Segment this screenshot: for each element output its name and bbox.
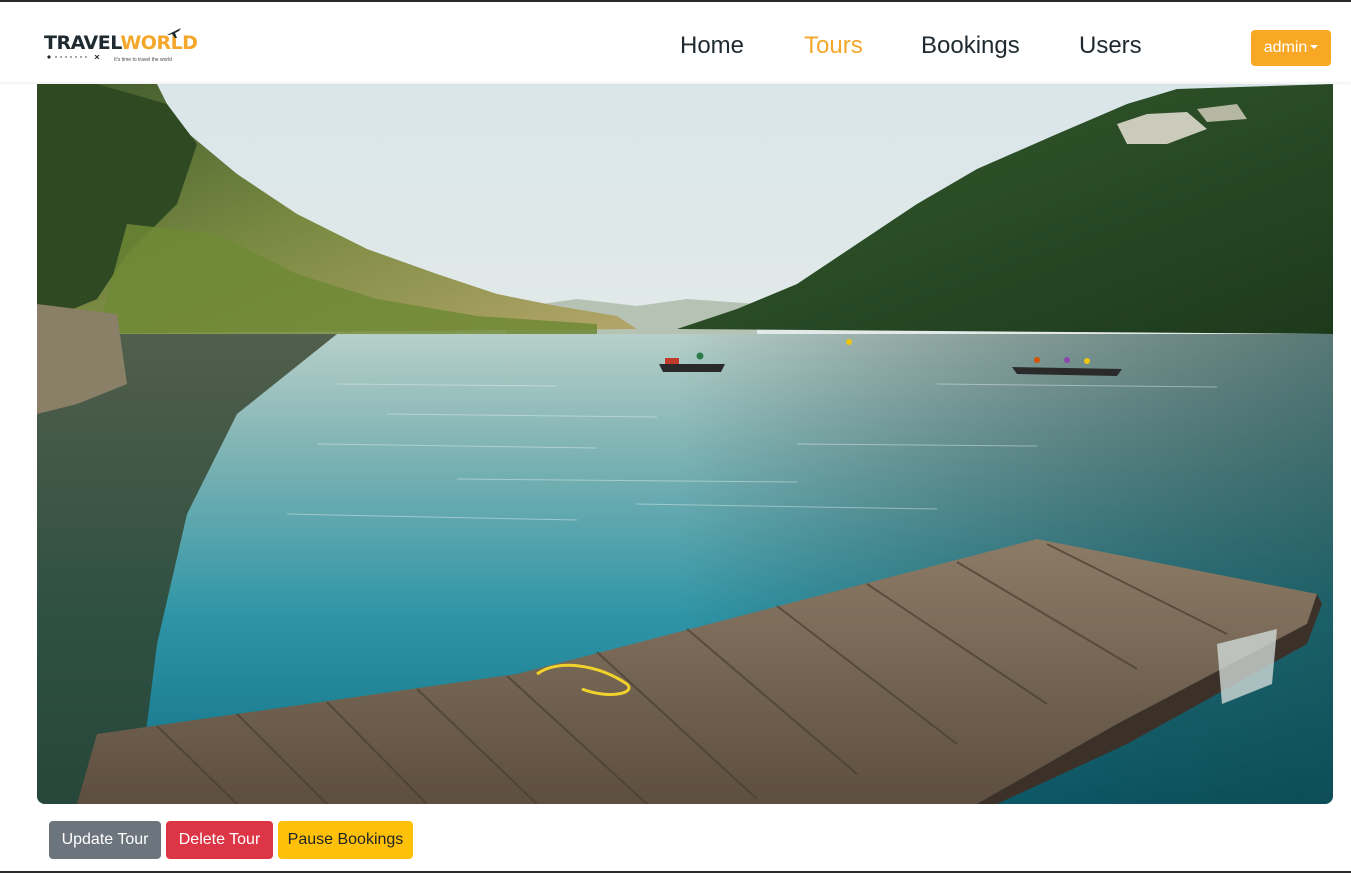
pause-bookings-button[interactable]: Pause Bookings xyxy=(278,821,413,859)
logo-tagline: It's time to travel the world xyxy=(114,57,172,63)
nav-link-home[interactable]: Home xyxy=(680,30,744,62)
flight-path-dots-icon xyxy=(47,55,100,59)
nav-link-tours[interactable]: Tours xyxy=(804,30,863,62)
logo-text-world: WORLD xyxy=(120,32,198,54)
airplane-icon xyxy=(167,28,181,38)
delete-tour-button[interactable]: Delete Tour xyxy=(166,821,273,859)
nav-link-users[interactable]: Users xyxy=(1079,30,1142,62)
tour-hero-image xyxy=(37,84,1333,804)
top-navbar: TRAVELWORLD It's time to travel the worl… xyxy=(0,2,1351,82)
nav-link-bookings[interactable]: Bookings xyxy=(921,30,1020,62)
update-tour-button[interactable]: Update Tour xyxy=(49,821,161,859)
logo-text-travel: TRAVEL xyxy=(44,32,121,54)
page: TRAVELWORLD It's time to travel the worl… xyxy=(0,0,1351,873)
admin-dropdown-button[interactable]: admin xyxy=(1251,30,1331,66)
lake-landscape-image xyxy=(37,84,1333,804)
caret-down-icon xyxy=(1310,44,1319,49)
brand-logo[interactable]: TRAVELWORLD It's time to travel the worl… xyxy=(44,26,198,68)
admin-dropdown-label: admin xyxy=(1263,39,1308,56)
